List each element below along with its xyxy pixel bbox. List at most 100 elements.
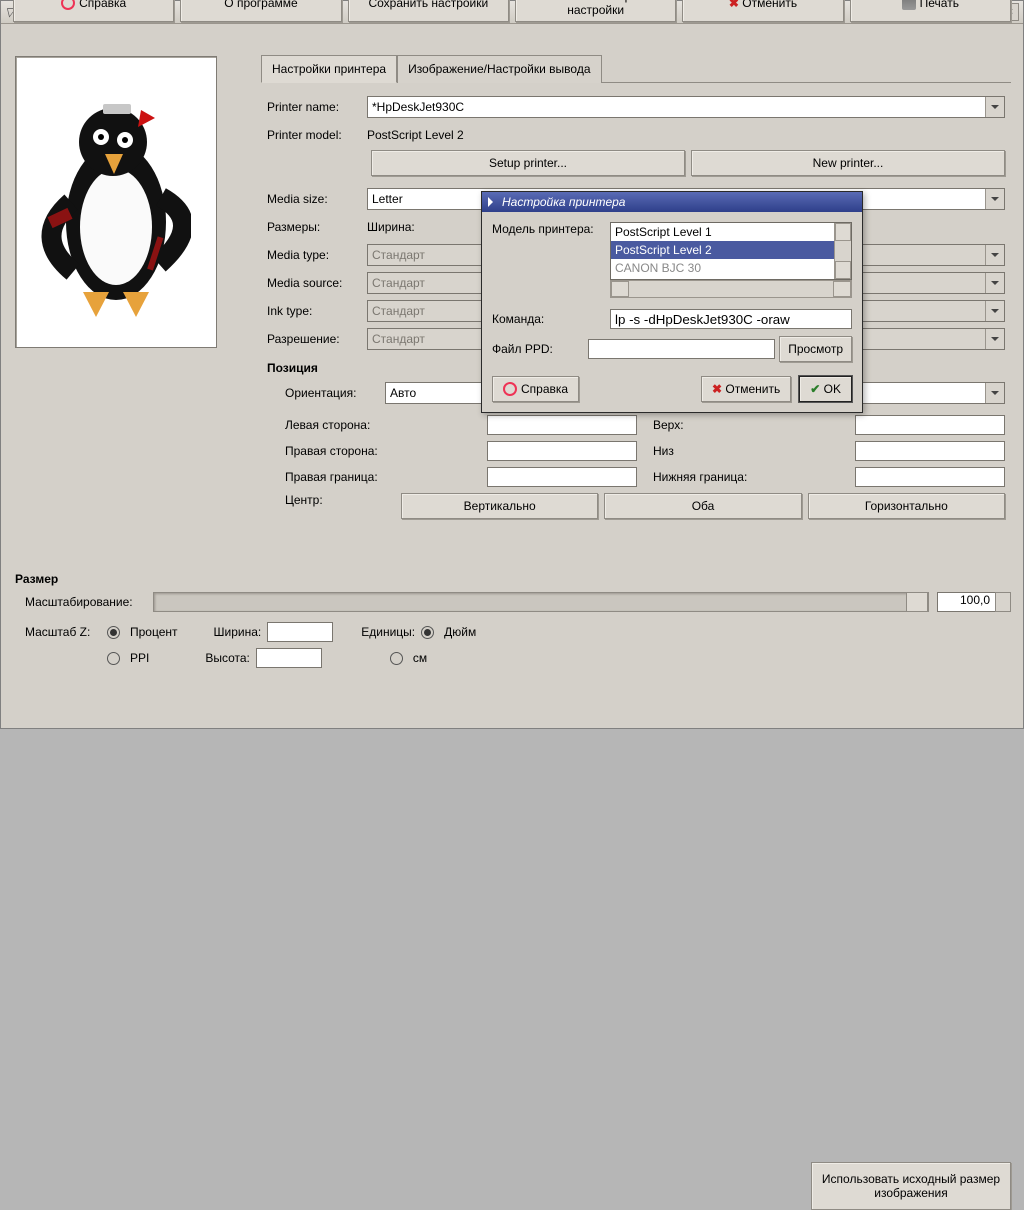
scalez-ppi-radio[interactable] [107,652,120,665]
setup-printer-button[interactable]: Setup printer... [371,150,685,176]
right-bound-label: Правая граница: [285,470,395,484]
check-icon: ✔ [810,382,820,396]
dialog-ok-button[interactable]: ✔ OK [799,376,852,402]
dialog-help-button[interactable]: Справка [492,376,579,402]
help-icon [503,382,517,396]
bottom-bound-input[interactable] [855,467,1005,487]
scalez-percent-radio[interactable] [107,626,120,639]
left-side-input[interactable] [487,415,637,435]
close-icon: ✖ [729,0,739,10]
left-side-label: Левая сторона: [285,418,395,432]
center-vertical-button[interactable]: Вертикально [401,493,598,519]
units-cm-radio[interactable] [390,652,403,665]
print-and-save-button[interactable]: Напечатать и сохранить настройки [515,0,676,22]
units-cm-label: см [413,651,427,665]
dialog-titlebar[interactable]: Настройка принтера [482,192,862,212]
units-label: Единицы: [361,625,415,639]
new-printer-button[interactable]: New printer... [691,150,1005,176]
scale-thumb[interactable] [906,592,928,612]
chevron-down-icon[interactable] [985,329,1004,349]
width2-label: Ширина: [214,625,262,639]
bottom-label: Низ [653,444,763,458]
width-label: Ширина: [367,220,445,234]
list-item[interactable]: PostScript Level 1 [611,223,851,241]
dialog-ok-label: OK [824,382,841,396]
dialog-cancel-label: Отменить [725,382,780,396]
help-button[interactable]: Справка [13,0,174,22]
size-heading: Размер [15,572,1011,586]
top-input[interactable] [855,415,1005,435]
cancel-button[interactable]: ✖ Отменить [682,0,843,22]
right-side-label: Правая сторона: [285,444,395,458]
printer-model-label: Printer model: [267,128,367,142]
chevron-down-icon[interactable] [985,383,1004,403]
help-icon [61,0,75,10]
dialog-cancel-button[interactable]: ✖ Отменить [701,376,791,402]
triangle-icon [488,197,498,207]
printer-icon [902,0,916,10]
dialog-help-label: Справка [521,382,568,396]
scalez-ppi-label: PPI [130,651,149,665]
media-size-value: Letter [372,192,403,206]
dialog-ppd-label: Файл PPD: [492,342,588,356]
ink-type-value: Стандарт [372,304,425,318]
close-icon: ✖ [712,382,722,396]
chevron-down-icon[interactable] [985,245,1004,265]
scale-value: 100,0 [960,593,990,607]
printer-name-combo[interactable]: *HpDeskJet930C [367,96,1005,118]
center-both-button[interactable]: Оба [604,493,801,519]
printer-model-listbox[interactable]: PostScript Level 1 PostScript Level 2 CA… [610,222,852,280]
chevron-down-icon[interactable] [985,273,1004,293]
chevron-down-icon[interactable] [985,189,1004,209]
media-size-label: Media size: [267,192,367,206]
horizontal-scrollbar[interactable] [610,280,852,298]
bottom-input[interactable] [855,441,1005,461]
height-label: Высота: [205,651,250,665]
save-settings-button[interactable]: Сохранить настройки [348,0,509,22]
chevron-down-icon[interactable] [985,301,1004,321]
tab-printer-settings[interactable]: Настройки принтера [261,55,397,83]
main-window: ▽ 001_1.jpg -- Печать v4.2 _ □ × [0,0,1024,729]
print-button[interactable]: Печать [850,0,1011,22]
height-input[interactable] [256,648,322,668]
units-inch-radio[interactable] [421,626,434,639]
right-bound-input[interactable] [487,467,637,487]
top-label: Верх: [653,418,763,432]
ppd-input[interactable] [588,339,775,359]
printer-setup-dialog: Настройка принтера Модель принтера: Post… [481,191,863,413]
bottom-bound-label: Нижняя граница: [653,470,763,484]
orientation-value: Авто [390,386,416,400]
media-source-label: Media source: [267,276,367,290]
dialog-title: Настройка принтера [502,195,625,209]
center-label: Центр: [285,493,395,519]
scalez-label: Масштаб Z: [25,625,101,639]
scale-slider[interactable] [153,592,929,612]
cancel-button-label: Отменить [742,0,797,10]
print-button-label: Печать [920,0,959,10]
list-item[interactable]: CANON BJC 30 [611,259,851,277]
resolution-value: Стандарт [372,332,425,346]
about-button[interactable]: О программе [180,0,341,22]
units-inch-label: Дюйм [444,625,476,639]
printer-name-label: Printer name: [267,100,367,114]
printer-name-value: *HpDeskJet930C [372,100,464,114]
use-original-size-button[interactable]: Использовать исходный размер изображения [811,1162,1011,1210]
preview-pane [15,56,217,348]
right-side-input[interactable] [487,441,637,461]
vertical-scrollbar[interactable] [834,223,851,279]
dialog-model-label: Модель принтера: [492,222,610,236]
tab-output-settings[interactable]: Изображение/Настройки вывода [397,55,601,83]
width-input[interactable] [267,622,333,642]
chevron-down-icon[interactable] [985,97,1004,117]
media-source-value: Стандарт [372,276,425,290]
browse-button[interactable]: Просмотр [779,336,852,362]
penguin-icon [41,82,191,322]
preview-image [41,82,191,322]
command-input[interactable] [610,309,852,329]
center-horizontal-button[interactable]: Горизонтально [808,493,1005,519]
resolution-label: Разрешение: [267,332,367,346]
scale-label: Масштабирование: [25,595,145,609]
list-item[interactable]: PostScript Level 2 [611,241,851,259]
media-type-value: Стандарт [372,248,425,262]
scale-spinner[interactable]: 100,0 [937,592,1011,612]
